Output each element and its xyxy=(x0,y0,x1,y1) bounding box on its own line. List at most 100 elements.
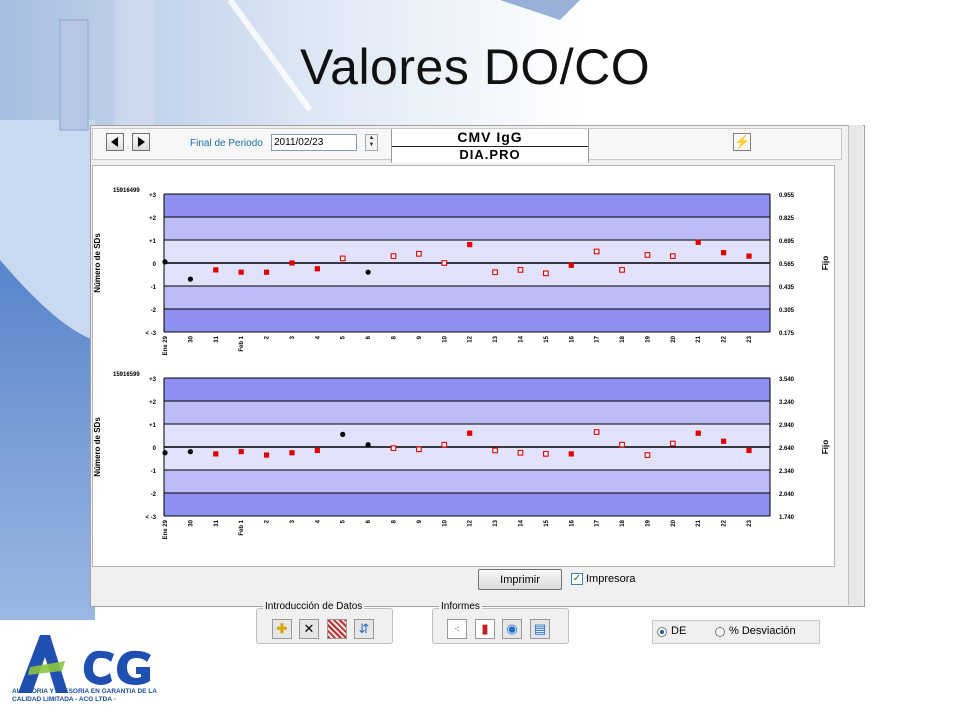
x-tick-label: 31 xyxy=(214,519,220,526)
data-point xyxy=(441,260,448,266)
y-tick-label: -1 xyxy=(151,469,157,475)
data-point xyxy=(339,255,346,262)
y-tick-label: 0 xyxy=(153,446,157,452)
data-point xyxy=(593,248,600,255)
bar-report-button[interactable]: ▮ xyxy=(475,619,495,639)
date-spinner[interactable]: ▲ ▼ xyxy=(365,134,378,151)
data-entry-title: Introducción de Datos xyxy=(263,601,365,612)
sd-band xyxy=(164,194,770,217)
web-report-button[interactable]: ◉ xyxy=(502,619,522,639)
x-tick-label: 9 xyxy=(417,519,423,523)
data-point xyxy=(543,270,549,277)
data-point xyxy=(263,269,270,275)
transfer-icon: ⇵ xyxy=(358,621,370,636)
x-tick-label: 22 xyxy=(722,519,728,526)
y-tick-label: +3 xyxy=(149,377,157,383)
spin-up-icon[interactable]: ▲ xyxy=(366,135,377,142)
next-button[interactable] xyxy=(132,133,150,151)
y-axis-label: Número de SDs xyxy=(93,233,102,293)
pattern-button[interactable] xyxy=(327,619,347,639)
radio-deviation-label: % Desviación xyxy=(729,625,796,637)
add-data-button[interactable]: ✚ xyxy=(272,619,292,639)
spin-down-icon[interactable]: ▼ xyxy=(366,142,377,149)
chart-panel-1: +3 +2 +1 0 -1 -2 < -3 0.955 0.825 0.695 0.565 0.435… xyxy=(93,188,830,355)
data-point xyxy=(340,431,346,437)
product-name: CMV IgG xyxy=(457,129,523,145)
x-tick-label: 12 xyxy=(468,519,474,526)
levey-jennings-charts: +3 +2 +1 0 -1 -2 < -3 0.955 0.825 0.695 0.565 0.435… xyxy=(93,188,830,539)
sd-band xyxy=(164,286,770,309)
sd-band xyxy=(164,240,770,263)
x-tick-label: 12 xyxy=(468,335,474,342)
x-tick-label: Feb 1 xyxy=(239,335,245,351)
sd-band xyxy=(164,309,770,332)
printer-checkbox[interactable]: ✓ xyxy=(571,573,583,585)
y2-tick-label: 2.940 xyxy=(779,423,795,429)
delete-data-button[interactable]: ✕ xyxy=(299,619,319,639)
data-point xyxy=(593,429,600,435)
x-tick-label: 31 xyxy=(214,335,220,342)
x-tick-label: 10 xyxy=(442,335,448,342)
x-tick-label: 15 xyxy=(544,335,550,342)
x-tick-label: Ene 29 xyxy=(163,519,169,539)
x-tick-label: 4 xyxy=(315,335,321,339)
y-tick-label: 0 xyxy=(153,262,157,268)
x-tick-label: 9 xyxy=(417,335,423,339)
radio-de-label: DE xyxy=(671,625,687,637)
x-tick-label: 5 xyxy=(341,519,347,523)
x-tick-label: 14 xyxy=(518,335,524,342)
x-tick-label: 4 xyxy=(315,519,321,523)
vertical-scrollbar[interactable] xyxy=(848,125,863,605)
y2-tick-label: 0.435 xyxy=(779,285,795,291)
x-tick-label: 16 xyxy=(569,335,575,342)
x-tick-label: 5 xyxy=(341,335,347,339)
x-tick-label: 2 xyxy=(265,335,271,339)
arrow-right-icon xyxy=(138,137,145,147)
lightning-button[interactable]: ⚡ xyxy=(733,133,751,151)
x-tick-label: 20 xyxy=(671,519,677,526)
prev-button[interactable] xyxy=(106,133,124,151)
lightning-icon: ⚡ xyxy=(734,134,751,149)
radio-de[interactable] xyxy=(657,627,667,637)
data-point xyxy=(543,451,549,457)
y2-tick-label: 0.955 xyxy=(779,193,795,199)
logo-tagline: AUDITORIA Y ASESORIA EN GARANTIA DE LA C… xyxy=(12,688,157,703)
data-point xyxy=(314,266,320,272)
y-tick-label: < -3 xyxy=(145,331,156,337)
data-point xyxy=(669,253,676,259)
y-tick-label: +2 xyxy=(149,216,157,222)
transfer-button[interactable]: ⇵ xyxy=(354,619,374,639)
scatter-report-button[interactable]: ⁖ xyxy=(447,619,467,639)
data-point xyxy=(644,452,651,458)
x-tick-label: 21 xyxy=(696,335,702,342)
y2-tick-label: 3.240 xyxy=(779,400,795,406)
x-tick-label: 19 xyxy=(645,335,651,342)
y2-axis-label: Fijo xyxy=(821,440,830,454)
y2-tick-label: 2.640 xyxy=(779,446,795,452)
data-point xyxy=(695,239,701,245)
scatter-icon: ⁖ xyxy=(454,624,460,634)
y-tick-label: +1 xyxy=(149,239,157,245)
y-tick-label: -2 xyxy=(151,492,157,498)
data-point xyxy=(390,253,397,259)
y2-tick-label: 0.825 xyxy=(779,216,795,222)
print-button[interactable]: Imprimir xyxy=(478,569,562,590)
x-tick-label: 22 xyxy=(722,335,728,342)
data-point xyxy=(669,440,676,447)
data-point xyxy=(289,450,295,456)
radio-deviation[interactable] xyxy=(715,627,725,637)
data-point xyxy=(187,276,193,282)
chart-panel-2: +3 +2 +1 0 -1 -2 < -3 3.540 3.240 2.940 2.640 2.340… xyxy=(93,372,830,539)
period-date-input[interactable] xyxy=(271,134,357,151)
data-point xyxy=(721,250,727,256)
document-report-button[interactable]: ▤ xyxy=(530,619,550,639)
data-point xyxy=(644,252,651,258)
data-point xyxy=(517,267,524,273)
y-tick-label: < -3 xyxy=(145,515,156,521)
y-tick-label: +3 xyxy=(149,193,157,199)
slide-title: Valores DO/CO xyxy=(300,39,651,95)
x-tick-label: 18 xyxy=(620,519,626,526)
data-point xyxy=(390,445,397,452)
mode-selector: DE % Desviación xyxy=(652,620,820,644)
data-point xyxy=(746,253,752,259)
